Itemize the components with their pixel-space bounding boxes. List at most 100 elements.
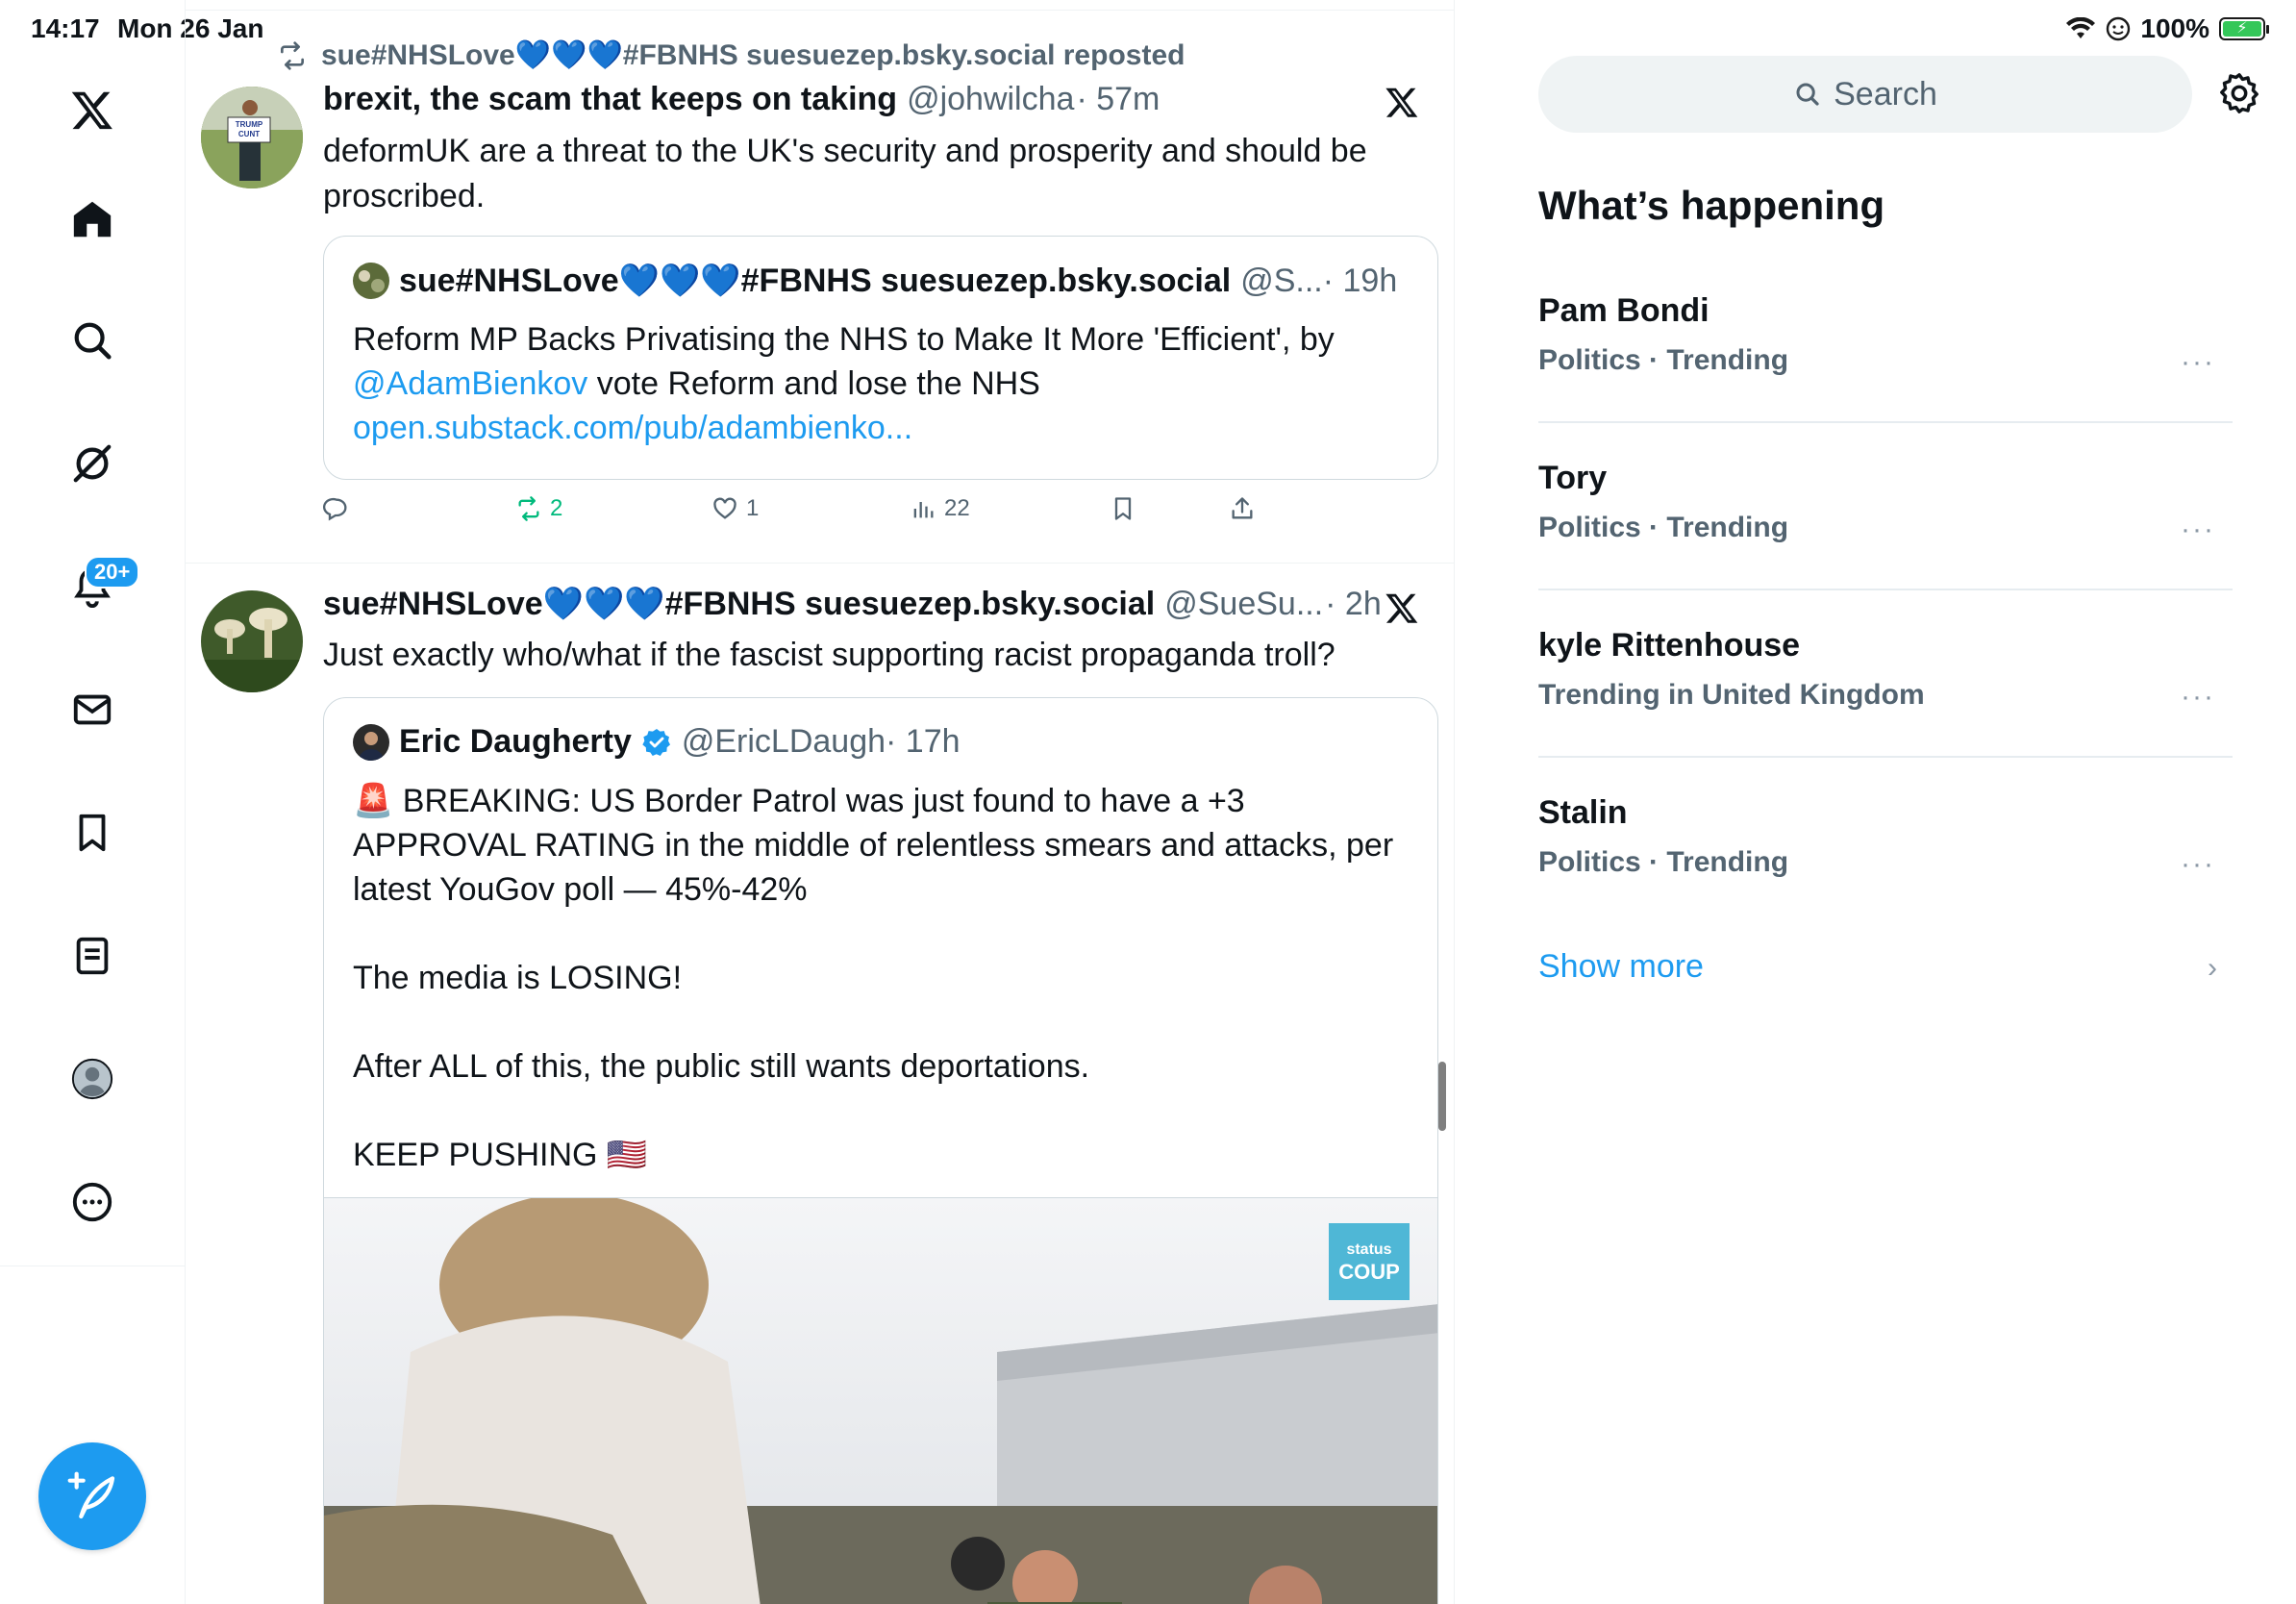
home-icon[interactable]: [62, 188, 123, 250]
notification-badge: 20+: [85, 556, 140, 589]
mention-link[interactable]: @AdamBienkov: [353, 365, 587, 402]
trend-meta: Politics · Trending: [1538, 846, 1789, 878]
bookmarks-icon[interactable]: [62, 802, 123, 864]
bookmark-button[interactable]: [1110, 495, 1136, 522]
tweet-time[interactable]: · 2h: [1325, 586, 1382, 623]
like-count: 1: [746, 495, 760, 521]
trend-name: kyle Rittenhouse: [1538, 627, 1801, 664]
x-logo-icon[interactable]: [62, 79, 123, 140]
trend-meta: Politics · Trending: [1538, 512, 1789, 543]
bookmark-icon: [1114, 497, 1132, 520]
trend-name: Tory: [1538, 460, 1608, 496]
repost-count: 2: [550, 495, 563, 521]
quote-media[interactable]: status COUP: [324, 1197, 1437, 1604]
like-button[interactable]: 1: [711, 495, 759, 522]
search-input[interactable]: Search: [1538, 56, 2192, 133]
reply-icon: [323, 497, 347, 521]
svg-text:TRUMP: TRUMP: [236, 120, 263, 129]
primary-nav: 20+: [0, 0, 186, 1604]
trend-meta: Trending in United Kingdom: [1538, 679, 1925, 711]
share-icon: [1232, 497, 1253, 519]
trend-meta: Politics · Trending: [1538, 344, 1789, 376]
quote-line-4: KEEP PUSHING 🇺🇸: [353, 1137, 648, 1173]
compose-post-button[interactable]: [38, 1442, 146, 1550]
chevron-right-icon: ›: [2208, 952, 2217, 984]
share-button[interactable]: [1229, 495, 1256, 522]
quote-header: Eric Daugherty @EricLDaugh · 17h: [353, 723, 961, 761]
tweet-text: Just exactly who/what if the fascist sup…: [323, 637, 1335, 673]
repost-button[interactable]: 2: [515, 495, 562, 522]
more-options-icon[interactable]: ···: [2181, 681, 2215, 714]
profile-icon[interactable]: [62, 1048, 123, 1110]
article-link[interactable]: open.substack.com/pub/adambienko...: [353, 410, 912, 446]
tweet-divider: [186, 563, 1454, 564]
svg-text:status: status: [1346, 1241, 1391, 1258]
quoted-tweet[interactable]: Eric Daugherty @EricLDaugh · 17h 🚨 BREAK…: [323, 697, 1438, 1604]
search-icon[interactable]: [62, 310, 123, 371]
repost-icon: [518, 496, 539, 521]
quote-author-handle: @EricLDaugh: [681, 723, 886, 760]
author-name[interactable]: brexit, the scam that keeps on taking: [323, 81, 897, 118]
quote-text-tail: vote Reform and lose the NHS: [587, 365, 1040, 402]
quote-author-name: sue#NHSLove💙💙💙#FBNHS suesuezep.bsky.soci…: [399, 263, 1232, 299]
quote-author-handle: @S...: [1240, 262, 1323, 299]
author-handle[interactable]: @johwilcha: [907, 81, 1074, 118]
svg-text:CUNT: CUNT: [238, 130, 260, 138]
more-icon[interactable]: [62, 1171, 123, 1233]
quote-text-body: Reform MP Backs Privatising the NHS to M…: [353, 321, 1335, 358]
more-options-icon[interactable]: ···: [2181, 514, 2215, 546]
quote-header: sue#NHSLove💙💙💙#FBNHS suesuezep.bsky.soci…: [353, 262, 1397, 300]
quote-line-2: The media is LOSING!: [353, 960, 683, 996]
timeline-top-divider: [186, 10, 1454, 11]
heart-icon: [713, 497, 736, 519]
author-name[interactable]: sue#NHSLove💙💙💙#FBNHS suesuezep.bsky.soci…: [323, 585, 1155, 623]
battery-percent: 100%: [2140, 13, 2209, 43]
tweet-time[interactable]: · 57m: [1076, 81, 1160, 118]
quote-text: Reform MP Backs Privatising the NHS to M…: [353, 317, 1420, 450]
focus-mode-icon: [2107, 16, 2131, 41]
lists-icon[interactable]: [62, 925, 123, 987]
author-handle[interactable]: @SueSu...: [1164, 586, 1323, 623]
avatar[interactable]: TRUMP CUNT: [201, 87, 303, 188]
quote-time: · 17h: [886, 723, 961, 760]
views-button[interactable]: 22: [910, 495, 970, 522]
compose-post-icon: [67, 1471, 115, 1519]
tweet-actions: 2 1 22: [323, 495, 1253, 534]
views-count: 22: [944, 495, 970, 521]
trend-name: Pam Bondi: [1538, 292, 1710, 329]
quote-author-name: Eric Daugherty: [399, 723, 632, 760]
more-options-icon[interactable]: ···: [2181, 848, 2215, 881]
tweet-header: brexit, the scam that keeps on taking @j…: [323, 81, 1160, 118]
whats-happening-title: What’s happening: [1538, 183, 1885, 228]
repost-icon: [281, 40, 304, 70]
views-icon: [913, 502, 934, 518]
timeline: sue#NHSLove💙💙💙#FBNHS suesuezep.bsky.soci…: [186, 0, 1455, 1604]
media-image: status COUP: [324, 1198, 1437, 1604]
messages-icon[interactable]: [62, 679, 123, 740]
search-placeholder: Search: [1834, 75, 1937, 113]
wifi-icon: [2066, 17, 2096, 38]
battery-icon: ⚡: [2219, 17, 2269, 40]
show-more-link[interactable]: Show more: [1538, 948, 1704, 986]
svg-text:COUP: COUP: [1338, 1260, 1400, 1284]
reply-button[interactable]: [323, 495, 350, 522]
quote-line-1: 🚨 BREAKING: US Border Patrol was just fo…: [353, 783, 1394, 908]
quote-line-3: After ALL of this, the public still want…: [353, 1048, 1090, 1085]
quote-text: 🚨 BREAKING: US Border Patrol was just fo…: [353, 779, 1420, 1177]
verified-badge-icon: [642, 728, 670, 756]
timeline-scrollbar[interactable]: [1438, 1062, 1446, 1131]
repost-indicator: sue#NHSLove💙💙💙#FBNHS suesuezep.bsky.soci…: [277, 38, 1185, 72]
trend-divider: [1538, 421, 2233, 423]
trend-name: Stalin: [1538, 794, 1628, 831]
grok-icon[interactable]: [62, 433, 123, 494]
quoted-tweet[interactable]: sue#NHSLove💙💙💙#FBNHS suesuezep.bsky.soci…: [323, 236, 1438, 480]
status-indicators: 100% ⚡: [2065, 13, 2269, 44]
x-logo-icon: [1385, 88, 1418, 117]
quote-avatar: [353, 263, 389, 299]
quote-time: · 19h: [1322, 262, 1398, 299]
trend-divider: [1538, 756, 2233, 758]
more-options-icon[interactable]: ···: [2181, 346, 2215, 379]
avatar[interactable]: [201, 590, 303, 692]
gear-icon[interactable]: [2217, 71, 2261, 115]
tweet-text: deformUK are a threat to the UK's securi…: [323, 133, 1367, 214]
